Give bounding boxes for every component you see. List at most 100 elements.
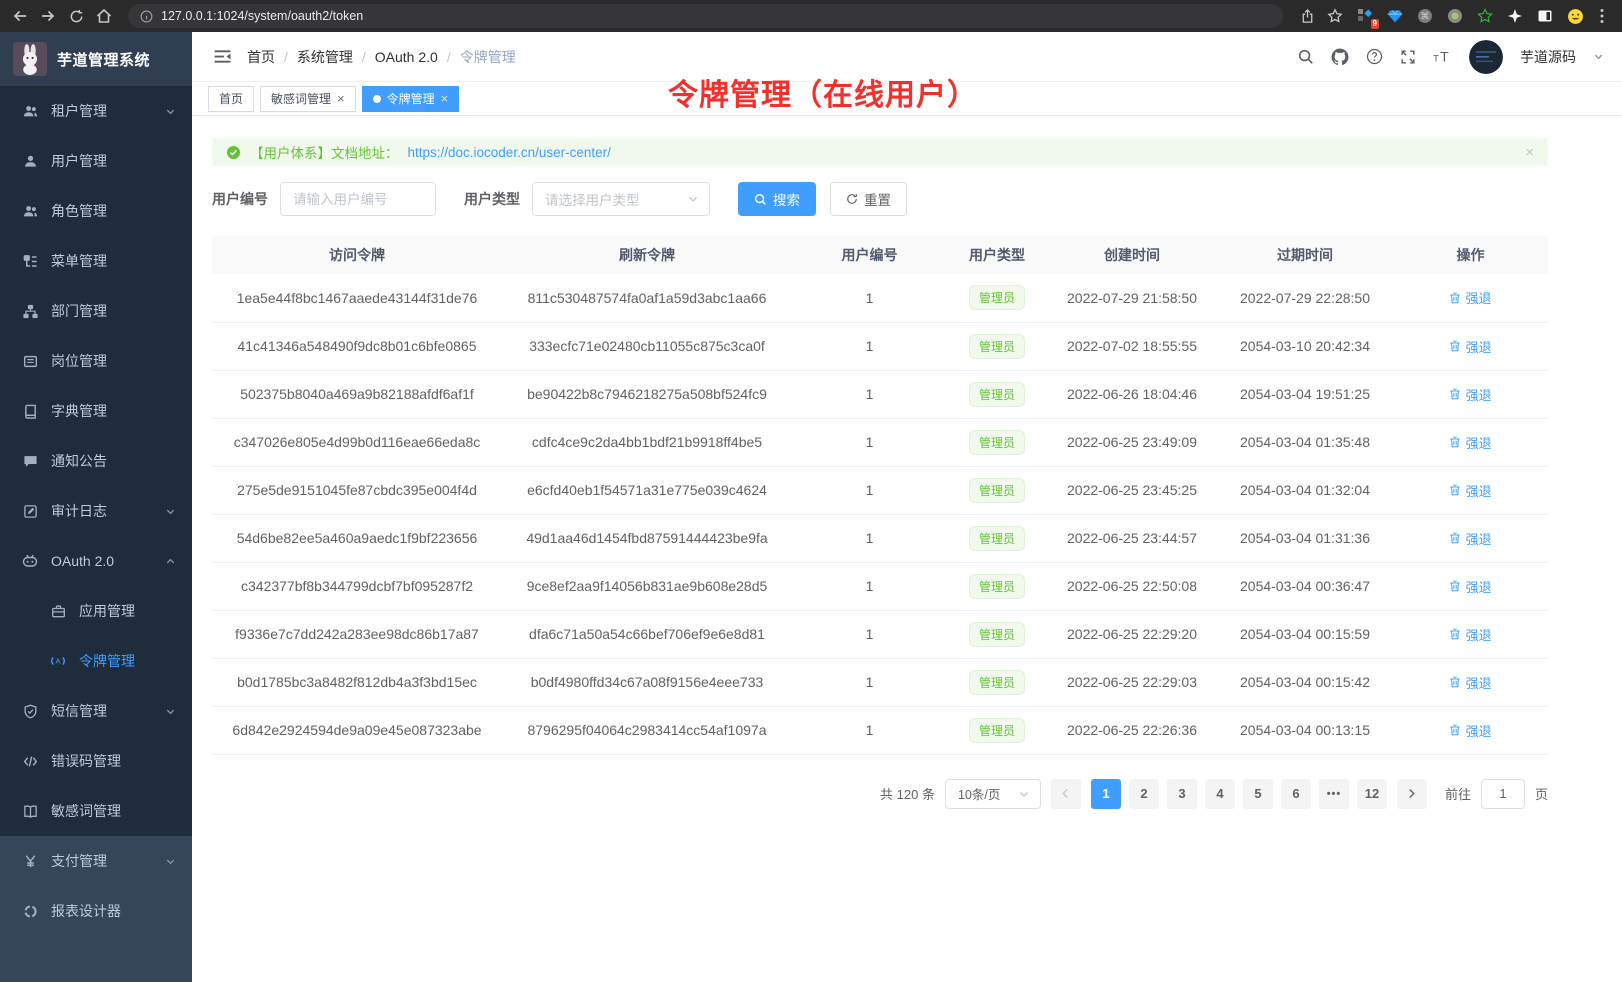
forward-button[interactable] — [38, 6, 58, 26]
close-icon[interactable]: × — [441, 92, 449, 105]
fullscreen-icon[interactable] — [1400, 49, 1416, 65]
page-button-1[interactable]: 1 — [1091, 779, 1121, 809]
page-button-12[interactable]: 12 — [1357, 779, 1387, 809]
top-navbar: 首页/系统管理/OAuth 2.0/令牌管理 TT 芋道源码 — [192, 32, 1622, 82]
user-id-input[interactable] — [280, 182, 436, 216]
trash-icon — [1449, 388, 1461, 400]
force-logout-button[interactable]: 强退 — [1449, 625, 1491, 644]
help-icon[interactable] — [1366, 48, 1383, 65]
force-logout-button[interactable]: 强退 — [1449, 433, 1491, 452]
user-type-select[interactable]: 请选择用户类型 — [532, 182, 710, 216]
sidebar-item-4[interactable]: 部门管理 — [0, 286, 192, 336]
search-button[interactable]: 搜索 — [738, 182, 816, 216]
force-logout-button[interactable]: 强退 — [1449, 385, 1491, 404]
close-icon[interactable]: × — [337, 92, 345, 105]
sidebar-item-16[interactable]: 报表设计器 — [0, 886, 192, 936]
sidebar-item-5[interactable]: 岗位管理 — [0, 336, 192, 386]
force-logout-button[interactable]: 强退 — [1449, 481, 1491, 500]
sidebar-item-1[interactable]: 用户管理 — [0, 136, 192, 186]
sidebar-fold-icon[interactable] — [214, 49, 232, 64]
force-logout-button[interactable]: 强退 — [1449, 673, 1491, 692]
sidebar-item-14[interactable]: 敏感词管理 — [0, 786, 192, 836]
gem-icon[interactable] — [1387, 8, 1404, 25]
created-time-cell: 2022-06-25 22:29:03 — [1047, 658, 1217, 706]
doc-link[interactable]: https://doc.iocoder.cn/user-center/ — [408, 145, 611, 160]
sidebar-item-12[interactable]: 短信管理 — [0, 686, 192, 736]
page-size-select[interactable]: 10条/页 — [945, 779, 1041, 809]
force-logout-button[interactable]: 强退 — [1449, 288, 1491, 307]
github-icon[interactable] — [1331, 48, 1349, 66]
user-avatar[interactable] — [1469, 40, 1503, 74]
back-button[interactable] — [10, 6, 30, 26]
sidebar-item-11[interactable]: A令牌管理 — [0, 636, 192, 686]
sidebar-item-6[interactable]: 字典管理 — [0, 386, 192, 436]
force-logout-button[interactable]: 强退 — [1449, 337, 1491, 356]
breadcrumb-item-1[interactable]: 系统管理 — [297, 47, 353, 67]
breadcrumb-item-0[interactable]: 首页 — [247, 47, 275, 67]
breadcrumb-item-3: 令牌管理 — [460, 47, 516, 67]
goto-page-input[interactable] — [1481, 779, 1525, 809]
site-info-icon[interactable] — [140, 10, 153, 23]
trash-icon — [1449, 580, 1461, 592]
force-logout-label: 强退 — [1465, 385, 1491, 404]
table-row-5: 54d6be82ee5a460a9aedc1f9bf22365649d1aa46… — [212, 514, 1548, 562]
breadcrumb-item-2[interactable]: OAuth 2.0 — [375, 49, 438, 65]
page-button-6[interactable]: 6 — [1281, 779, 1311, 809]
tab-1[interactable]: 敏感词管理× — [260, 86, 356, 112]
force-logout-button[interactable]: 强退 — [1449, 577, 1491, 596]
next-page-button[interactable] — [1397, 779, 1427, 809]
page-button-2[interactable]: 2 — [1129, 779, 1159, 809]
sidebar-item-7[interactable]: 通知公告 — [0, 436, 192, 486]
sidebar-item-2[interactable]: 角色管理 — [0, 186, 192, 236]
search-icon[interactable] — [1297, 48, 1314, 65]
expire-time-cell: 2054-03-10 20:42:34 — [1217, 322, 1393, 370]
pinwheel-icon[interactable] — [1507, 8, 1524, 25]
page-button-5[interactable]: 5 — [1243, 779, 1273, 809]
force-logout-button[interactable]: 强退 — [1449, 721, 1491, 740]
user-id-cell: 1 — [792, 610, 947, 658]
share-icon[interactable] — [1297, 6, 1317, 26]
expire-time-cell: 2054-03-04 00:15:42 — [1217, 658, 1393, 706]
browser-menu-icon[interactable] — [1592, 6, 1612, 26]
prev-page-button[interactable] — [1051, 779, 1081, 809]
user-type-badge: 管理员 — [969, 574, 1025, 599]
sidebar-item-label: 租户管理 — [51, 101, 107, 121]
sidebar-item-8[interactable]: 审计日志 — [0, 486, 192, 536]
sidebar-item-13[interactable]: 错误码管理 — [0, 736, 192, 786]
page-button-4[interactable]: 4 — [1205, 779, 1235, 809]
sidebar-item-10[interactable]: 应用管理 — [0, 586, 192, 636]
tab-label: 首页 — [219, 90, 243, 107]
chevron-down-icon[interactable] — [1593, 51, 1604, 62]
close-icon[interactable]: × — [1525, 144, 1534, 161]
font-size-icon[interactable]: TT — [1433, 49, 1452, 64]
breadcrumb: 首页/系统管理/OAuth 2.0/令牌管理 — [247, 47, 516, 67]
reload-button[interactable] — [66, 6, 86, 26]
tab-0[interactable]: 首页 — [208, 86, 254, 112]
record-circle-icon[interactable] — [1447, 8, 1464, 25]
user-id-cell: 1 — [792, 322, 947, 370]
svg-text:A: A — [55, 657, 60, 666]
home-button[interactable] — [94, 6, 114, 26]
total-count: 共 120 条 — [880, 784, 935, 803]
extension-grid-icon[interactable]: 9 — [1357, 8, 1374, 25]
sidebar-item-15[interactable]: 支付管理 — [0, 836, 192, 886]
user-type-badge: 管理员 — [969, 478, 1025, 503]
side-panel-icon[interactable] — [1537, 8, 1554, 25]
reset-button[interactable]: 重置 — [830, 182, 907, 216]
force-logout-label: 强退 — [1465, 288, 1491, 307]
created-time-cell: 2022-06-25 23:44:57 — [1047, 514, 1217, 562]
username[interactable]: 芋道源码 — [1520, 47, 1576, 67]
more-pages-button[interactable]: ••• — [1319, 779, 1349, 809]
bookmark-star-icon[interactable] — [1325, 6, 1345, 26]
address-bar[interactable]: 127.0.0.1:1024/system/oauth2/token — [128, 4, 1283, 28]
sidebar-item-9[interactable]: OAuth 2.0 — [0, 536, 192, 586]
green-star-icon[interactable] — [1477, 8, 1494, 25]
force-logout-button[interactable]: 强退 — [1449, 529, 1491, 548]
emoji-face-icon[interactable] — [1567, 8, 1584, 25]
command-circle-icon[interactable]: ⌘ — [1417, 8, 1434, 25]
doc-alert: 【用户体系】文档地址： https://doc.iocoder.cn/user-… — [212, 138, 1548, 166]
page-button-3[interactable]: 3 — [1167, 779, 1197, 809]
tab-2[interactable]: 令牌管理× — [362, 86, 460, 112]
sidebar-item-0[interactable]: 租户管理 — [0, 86, 192, 136]
sidebar-item-3[interactable]: 菜单管理 — [0, 236, 192, 286]
